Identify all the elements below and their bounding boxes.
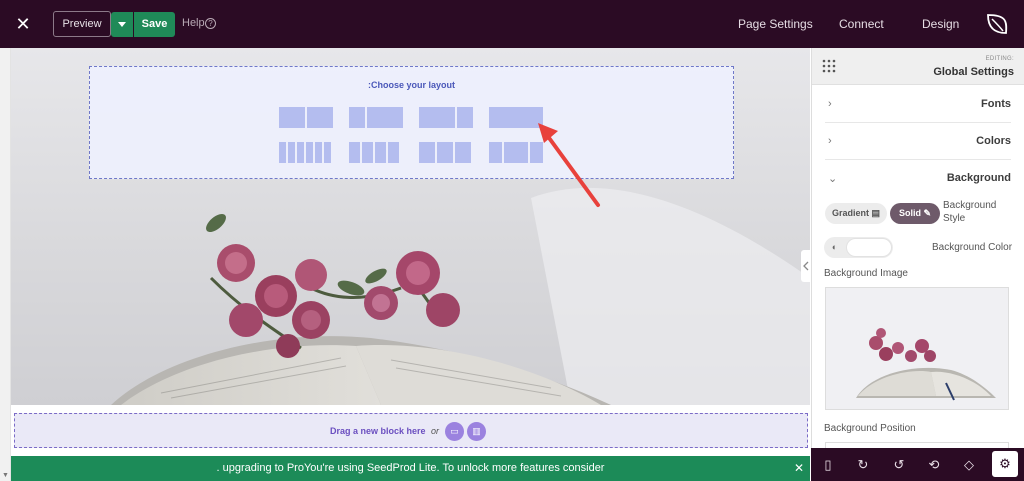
panel-collapse-toggle[interactable] (801, 250, 811, 282)
section-colors[interactable]: › Colors (825, 123, 1011, 160)
chevron-down-icon: ⌄ (828, 173, 838, 185)
drag-block-text: Drag a new block here (330, 426, 426, 436)
chevron-left-icon (803, 261, 809, 271)
history-icon[interactable]: ⟲ (924, 455, 944, 475)
layout-option-four-columns[interactable] (349, 142, 399, 163)
upgrade-notice-bar: . upgrading to ProYou're using SeedProd … (11, 456, 810, 481)
close-icon[interactable]: ✕ (14, 13, 32, 35)
gradient-icon: ▤ (869, 208, 881, 218)
gradient-label: Gradient (831, 208, 869, 218)
background-image-preview (826, 288, 1008, 409)
eyedropper-icon: ✎ (920, 208, 932, 218)
chevron-right-icon: › (828, 98, 832, 110)
gradient-toggle-button[interactable]: Gradient ▤ (825, 203, 887, 224)
seedprod-leaf-logo-icon[interactable] (984, 11, 1010, 37)
editing-label: EDITING: (985, 56, 1014, 62)
close-icon[interactable]: ✕ (792, 456, 806, 481)
layout-chooser: :Choose your layout (89, 66, 734, 179)
settings-gear-icon[interactable]: ⚙ (992, 451, 1018, 477)
help-circle-icon[interactable]: ? (205, 18, 216, 29)
or-text: or (431, 426, 440, 436)
background-position-label: Background Position (824, 423, 916, 434)
design-link[interactable]: Design (922, 17, 959, 31)
connect-link[interactable]: Connect (839, 17, 884, 31)
panel-bottom-toolbar: ▯ ↻ ↺ ⟲ ◇ ⚙ (811, 448, 1024, 481)
scroll-down-arrow-icon[interactable]: ▼ (0, 472, 11, 481)
mobile-preview-icon[interactable]: ▯ (818, 455, 838, 475)
help-link[interactable]: Help (182, 17, 205, 29)
layout-chooser-title: :Choose your layout (367, 80, 455, 90)
block-drop-zone[interactable]: Drag a new block here or ▭ ▥ (14, 413, 808, 448)
layout-option-1-1[interactable] (279, 107, 333, 128)
layers-icon[interactable]: ◇ (959, 455, 979, 475)
redo-icon[interactable]: ↻ (853, 455, 873, 475)
top-toolbar: ✕ Preview Save Help ? Page Settings Conn… (0, 0, 1024, 48)
page-settings-link[interactable]: Page Settings (738, 17, 813, 31)
solid-toggle-button[interactable]: Solid ✎ (890, 203, 940, 224)
preview-button[interactable]: Preview (53, 11, 111, 37)
background-color-label: Background Color (932, 242, 1013, 253)
section-colors-label: Colors (976, 135, 1011, 147)
chevron-right-icon: › (828, 135, 832, 147)
grid-dots-icon[interactable] (822, 59, 836, 73)
background-image-thumbnail[interactable] (825, 287, 1009, 410)
section-fonts-label: Fonts (981, 98, 1011, 110)
settings-panel: EDITING: Global Settings › Fonts › Color… (811, 48, 1024, 481)
section-background-label: Background (946, 172, 1011, 184)
add-section-columns-icon[interactable]: ▥ (467, 422, 486, 441)
section-background[interactable]: ⌄ Background (825, 160, 1011, 197)
layout-option-three-columns[interactable] (419, 142, 471, 163)
layout-option-six-columns[interactable] (279, 142, 331, 163)
layout-option-2-1[interactable] (419, 107, 473, 128)
section-fonts[interactable]: › Fonts (825, 86, 1011, 123)
panel-title: Global Settings (933, 66, 1014, 78)
background-color-picker[interactable]: ◐ (824, 237, 893, 258)
add-block-icon[interactable]: ▭ (445, 422, 464, 441)
layout-option-1-2[interactable] (349, 107, 403, 128)
color-swatch[interactable] (846, 238, 892, 257)
red-annotation-arrow (538, 123, 600, 207)
palette-icon: ◐ (831, 242, 838, 252)
canvas-scrollbar[interactable] (0, 48, 11, 481)
solid-label: Solid (898, 208, 921, 218)
background-image-label: Background Image (824, 268, 908, 279)
save-button[interactable]: Save (134, 12, 175, 37)
upgrade-notice-text[interactable]: . upgrading to ProYou're using SeedProd … (217, 462, 605, 474)
background-style-label: Background Style (943, 200, 997, 224)
undo-icon[interactable]: ↺ (889, 455, 909, 475)
save-options-dropdown-button[interactable] (111, 12, 133, 37)
panel-header: EDITING: Global Settings (812, 48, 1024, 85)
